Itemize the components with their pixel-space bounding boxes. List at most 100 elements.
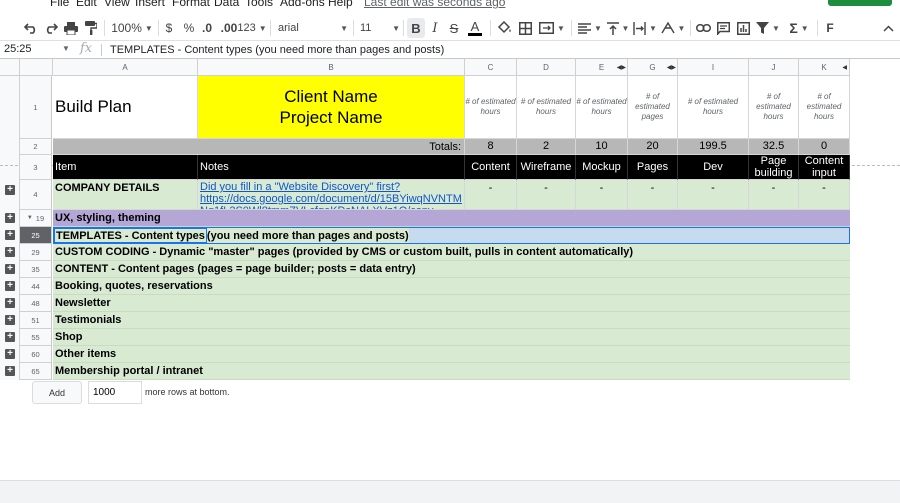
total-page-building[interactable]: 32.5: [749, 139, 799, 155]
collapse-toolbar-icon[interactable]: [880, 18, 896, 38]
total-content[interactable]: 8: [465, 139, 517, 155]
add-rows-button[interactable]: Add: [32, 381, 82, 404]
section-shop[interactable]: Shop: [53, 329, 850, 346]
header-page-building[interactable]: Page building: [749, 155, 799, 180]
header-dev[interactable]: Dev: [678, 155, 749, 180]
section-content[interactable]: CONTENT - Content pages (pages = page bu…: [53, 261, 850, 278]
discovery-link-cell[interactable]: Did you fill in a "Website Discovery" fi…: [198, 180, 465, 210]
total-wireframe[interactable]: 2: [517, 139, 576, 155]
bold-button[interactable]: B: [407, 18, 425, 38]
row-header-19[interactable]: ▼ 19: [20, 210, 52, 227]
name-box-chevron-icon[interactable]: ▼: [62, 44, 70, 53]
column-header-j[interactable]: J: [749, 59, 799, 76]
row-header-48[interactable]: 48: [20, 295, 52, 312]
header-mockup[interactable]: Mockup: [576, 155, 628, 180]
expand-group-icon[interactable]: +: [5, 185, 15, 195]
section-newsletter[interactable]: Newsletter: [53, 295, 850, 312]
section-custom-coding[interactable]: CUSTOM CODING - Dynamic "master" pages (…: [53, 244, 850, 261]
row-header-65[interactable]: 65: [20, 363, 52, 380]
row-header-29[interactable]: 29: [20, 244, 52, 261]
total-mockup[interactable]: 10: [576, 139, 628, 155]
formula-input[interactable]: TEMPLATES - Content types (you need more…: [110, 44, 444, 56]
section-templates[interactable]: TEMPLATES - Content types (you need more…: [53, 227, 850, 244]
filter-icon[interactable]: ▼: [756, 18, 780, 38]
menu-insert[interactable]: Insert: [135, 0, 165, 9]
dash-cell-d4[interactable]: -: [517, 180, 576, 210]
percent-format-button[interactable]: %: [182, 18, 196, 38]
insert-chart-icon[interactable]: [734, 18, 752, 38]
est-cell-c1[interactable]: # of estimated hours: [465, 76, 517, 139]
expand-group-icon[interactable]: +: [5, 366, 15, 376]
dash-cell-g4[interactable]: -: [628, 180, 678, 210]
est-cell-i1[interactable]: # of estimated hours: [678, 76, 749, 139]
column-header-i[interactable]: I: [678, 59, 749, 76]
company-details-label[interactable]: COMPANY DETAILS: [53, 180, 198, 210]
section-other-items[interactable]: Other items: [53, 346, 850, 363]
column-header-b[interactable]: B: [198, 59, 465, 76]
menu-view[interactable]: View: [104, 0, 130, 9]
header-pages[interactable]: Pages: [628, 155, 678, 180]
header-notes[interactable]: Notes: [198, 155, 465, 180]
expand-group-icon[interactable]: +: [5, 230, 15, 240]
insert-link-icon[interactable]: [694, 18, 712, 38]
text-color-button[interactable]: A: [467, 18, 483, 38]
total-dev[interactable]: 199.5: [678, 139, 749, 155]
expand-group-icon[interactable]: +: [5, 247, 15, 257]
input-tools-button[interactable]: F: [822, 18, 838, 38]
expand-group-icon[interactable]: +: [5, 213, 15, 223]
italic-button[interactable]: I: [428, 18, 442, 38]
text-rotation-icon[interactable]: ▼: [660, 18, 686, 38]
menu-file[interactable]: File: [50, 0, 69, 9]
menu-help[interactable]: Help: [328, 0, 353, 9]
selected-cell[interactable]: TEMPLATES - Content types: [54, 228, 207, 243]
section-membership[interactable]: Membership portal / intranet: [53, 363, 850, 380]
undo-icon[interactable]: [22, 18, 40, 38]
row-header-25[interactable]: 25: [20, 227, 52, 244]
totals-label[interactable]: Totals:: [53, 139, 465, 155]
zoom-select[interactable]: 100% ▼: [110, 18, 154, 38]
column-header-k[interactable]: K ◀: [799, 59, 850, 76]
paint-format-icon[interactable]: [82, 18, 100, 38]
menu-edit[interactable]: Edit: [76, 0, 97, 9]
dash-cell-i4[interactable]: -: [678, 180, 749, 210]
row-header-60[interactable]: 60: [20, 346, 52, 363]
section-booking[interactable]: Booking, quotes, reservations: [53, 278, 850, 295]
header-content-input[interactable]: Content input: [799, 155, 850, 180]
est-cell-e1[interactable]: # of estimated hours: [576, 76, 628, 139]
borders-icon[interactable]: [516, 18, 534, 38]
text-wrapping-icon[interactable]: ▼: [632, 18, 658, 38]
est-cell-k1[interactable]: # of estimated hours: [799, 76, 850, 139]
total-pages[interactable]: 20: [628, 139, 678, 155]
row-header-1[interactable]: 1: [20, 76, 52, 139]
total-content-input[interactable]: 0: [799, 139, 850, 155]
vertical-align-icon[interactable]: ▼: [605, 18, 631, 38]
row-header-4[interactable]: 4: [20, 180, 52, 210]
menu-tools[interactable]: Tools: [245, 0, 273, 9]
redo-icon[interactable]: [42, 18, 60, 38]
menu-data[interactable]: Data: [214, 0, 239, 9]
name-box[interactable]: 25:25: [4, 43, 70, 55]
client-project-cell[interactable]: Client Name Project Name: [198, 76, 465, 139]
select-all-corner[interactable]: [0, 59, 20, 76]
fill-color-icon[interactable]: [495, 18, 513, 38]
expand-group-icon[interactable]: +: [5, 349, 15, 359]
dash-cell-j4[interactable]: -: [749, 180, 799, 210]
discovery-link-text[interactable]: Did you fill in a "Website Discovery" fi…: [200, 181, 400, 193]
column-header-g[interactable]: G ◀▶: [628, 59, 678, 76]
section-testimonials[interactable]: Testimonials: [53, 312, 850, 329]
est-cell-j1[interactable]: # of estimated hours: [749, 76, 799, 139]
font-family-select[interactable]: arial ▼: [278, 18, 348, 38]
expand-group-icon[interactable]: +: [5, 264, 15, 274]
print-icon[interactable]: [62, 18, 80, 38]
strikethrough-button[interactable]: S: [447, 18, 461, 38]
dash-cell-e4[interactable]: -: [576, 180, 628, 210]
column-header-c[interactable]: C: [465, 59, 517, 76]
horizontal-align-icon[interactable]: ▼: [577, 18, 603, 38]
header-item[interactable]: Item: [53, 155, 198, 180]
row-header-51[interactable]: 51: [20, 312, 52, 329]
decrease-decimal-button[interactable]: .0: [198, 18, 216, 38]
last-edit-link[interactable]: Last edit was seconds ago: [364, 0, 505, 9]
row-header-44[interactable]: 44: [20, 278, 52, 295]
currency-format-button[interactable]: $: [162, 18, 176, 38]
expand-group-icon[interactable]: +: [5, 315, 15, 325]
